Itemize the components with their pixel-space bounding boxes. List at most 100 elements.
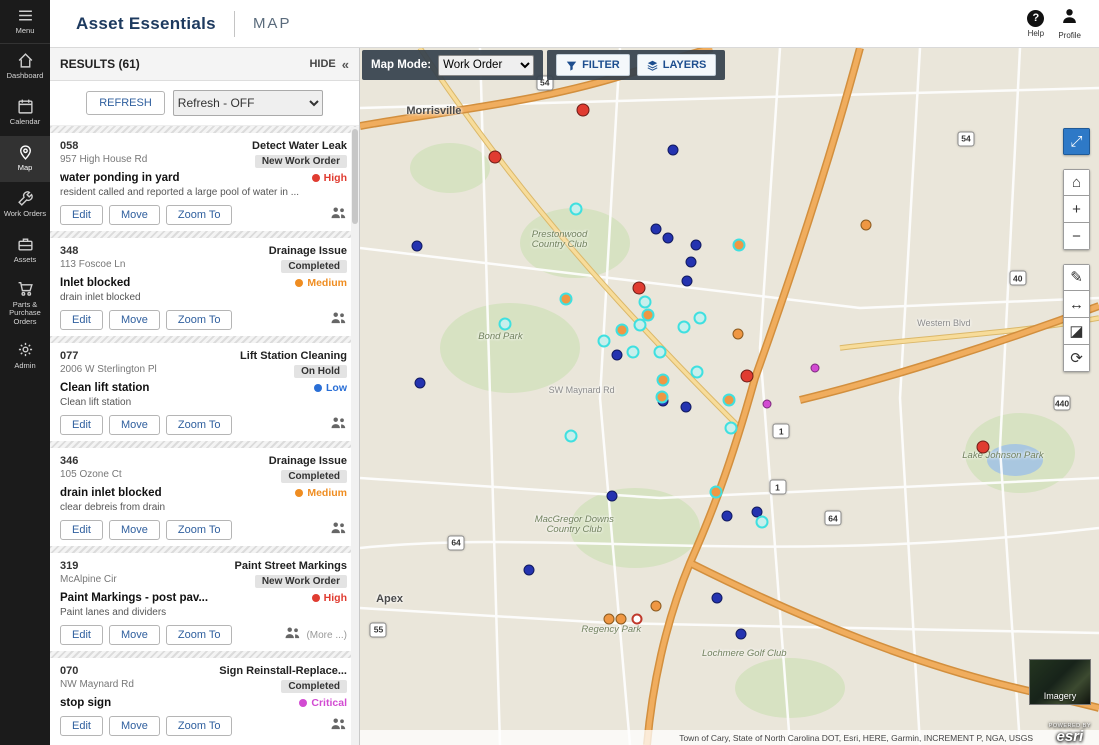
map-marker[interactable]: [732, 328, 744, 340]
map-marker[interactable]: [860, 219, 872, 231]
map-marker[interactable]: [411, 240, 423, 252]
edit-button[interactable]: Edit: [60, 205, 103, 225]
refresh-mode-select[interactable]: Refresh - OFF: [172, 90, 323, 116]
edit-button[interactable]: Edit: [60, 716, 103, 736]
zoom-to-button[interactable]: Zoom To: [165, 520, 233, 540]
map-marker[interactable]: [564, 429, 578, 443]
map-marker[interactable]: [632, 281, 646, 295]
sidebar-item-admin[interactable]: Admin: [0, 333, 50, 379]
map-marker[interactable]: [709, 485, 723, 499]
map-marker[interactable]: [810, 363, 820, 373]
map-marker[interactable]: [638, 295, 652, 309]
help-button[interactable]: ? Help: [1027, 9, 1045, 38]
move-button[interactable]: Move: [108, 520, 160, 540]
assignees-icon[interactable]: [330, 416, 347, 434]
more-link[interactable]: (More ...): [306, 630, 347, 641]
hide-panel-button[interactable]: HIDE «: [309, 57, 349, 72]
map-marker[interactable]: [755, 515, 769, 529]
map-marker[interactable]: [597, 334, 611, 348]
map-marker[interactable]: [693, 311, 707, 325]
map-mode-select[interactable]: Work Order: [438, 54, 535, 76]
sidebar-item-menu[interactable]: Menu: [0, 0, 50, 44]
map-marker[interactable]: [603, 613, 615, 625]
map-marker[interactable]: [615, 323, 629, 337]
home-button[interactable]: ⌂: [1063, 169, 1090, 196]
assignees-icon[interactable]: [284, 626, 301, 644]
map-marker[interactable]: [722, 393, 736, 407]
layers-button[interactable]: LAYERS: [636, 54, 717, 76]
assignees-icon[interactable]: [330, 206, 347, 224]
map-marker[interactable]: [626, 345, 640, 359]
map-marker[interactable]: [576, 103, 590, 117]
edit-button[interactable]: Edit: [60, 625, 103, 645]
sidebar-item-workorders[interactable]: Work Orders: [0, 182, 50, 228]
map-marker[interactable]: [488, 150, 502, 164]
map-marker[interactable]: [650, 600, 662, 612]
sidebar-item-calendar[interactable]: Calendar: [0, 90, 50, 136]
map-marker[interactable]: [690, 365, 704, 379]
map-marker[interactable]: [711, 592, 723, 604]
map-marker[interactable]: [680, 401, 692, 413]
move-button[interactable]: Move: [108, 205, 160, 225]
edit-button[interactable]: Edit: [60, 520, 103, 540]
map-marker[interactable]: [732, 238, 746, 252]
map-marker[interactable]: [735, 628, 747, 640]
basemap-imagery-toggle[interactable]: Imagery: [1029, 659, 1091, 705]
map-marker[interactable]: [724, 421, 738, 435]
move-button[interactable]: Move: [108, 716, 160, 736]
map-marker[interactable]: [762, 399, 772, 409]
sidebar-item-dashboard[interactable]: Dashboard: [0, 44, 50, 90]
map-marker[interactable]: [655, 390, 669, 404]
sidebar-item-assets[interactable]: Assets: [0, 228, 50, 274]
map-marker[interactable]: [685, 256, 697, 268]
assignees-icon[interactable]: [330, 521, 347, 539]
map-marker[interactable]: [656, 373, 670, 387]
map-marker[interactable]: [615, 613, 627, 625]
sidebar-item-parts[interactable]: Parts & Purchase Orders: [0, 274, 50, 334]
zoom-to-button[interactable]: Zoom To: [165, 310, 233, 330]
refresh-button[interactable]: ⟳: [1063, 345, 1090, 372]
zoom-in-button[interactable]: +: [1063, 196, 1090, 223]
map-marker[interactable]: [976, 440, 990, 454]
zoom-to-button[interactable]: Zoom To: [165, 716, 233, 736]
map-marker[interactable]: [523, 564, 535, 576]
map-marker[interactable]: [721, 510, 733, 522]
results-scrollbar[interactable]: [351, 127, 359, 745]
sidebar-item-map[interactable]: Map: [0, 135, 50, 182]
map-marker[interactable]: [498, 317, 512, 331]
map-marker[interactable]: [641, 308, 655, 322]
edit-button[interactable]: Edit: [60, 310, 103, 330]
edit-button[interactable]: Edit: [60, 415, 103, 435]
map-marker[interactable]: [690, 239, 702, 251]
map-marker[interactable]: [667, 144, 679, 156]
erase-button[interactable]: ◪: [1063, 318, 1090, 345]
map-marker[interactable]: [606, 490, 618, 502]
zoom-to-button[interactable]: Zoom To: [165, 625, 233, 645]
map-marker[interactable]: [631, 613, 643, 625]
expand-button[interactable]: ⤢: [1063, 128, 1090, 155]
measure-button[interactable]: ↔: [1063, 291, 1090, 318]
assignees-icon[interactable]: [330, 311, 347, 329]
map-marker[interactable]: [662, 232, 674, 244]
map-canvas[interactable]: Map Mode: Work Order FILTER LAYERS ⤢ ⌂ + − ✎…: [360, 48, 1099, 745]
map-marker[interactable]: [611, 349, 623, 361]
move-button[interactable]: Move: [108, 415, 160, 435]
profile-button[interactable]: Profile: [1058, 7, 1081, 40]
assignees-icon[interactable]: [330, 717, 347, 735]
map-marker[interactable]: [681, 275, 693, 287]
scrollbar-thumb[interactable]: [352, 129, 358, 224]
move-button[interactable]: Move: [108, 625, 160, 645]
move-button[interactable]: Move: [108, 310, 160, 330]
map-marker[interactable]: [740, 369, 754, 383]
draw-button[interactable]: ✎: [1063, 264, 1090, 291]
filter-button[interactable]: FILTER: [556, 54, 630, 76]
zoom-to-button[interactable]: Zoom To: [165, 205, 233, 225]
map-marker[interactable]: [414, 377, 426, 389]
zoom-out-button[interactable]: −: [1063, 223, 1090, 250]
refresh-button[interactable]: REFRESH: [86, 91, 165, 115]
map-marker[interactable]: [650, 223, 662, 235]
map-marker[interactable]: [569, 202, 583, 216]
zoom-to-button[interactable]: Zoom To: [165, 415, 233, 435]
map-marker[interactable]: [559, 292, 573, 306]
map-marker[interactable]: [677, 320, 691, 334]
